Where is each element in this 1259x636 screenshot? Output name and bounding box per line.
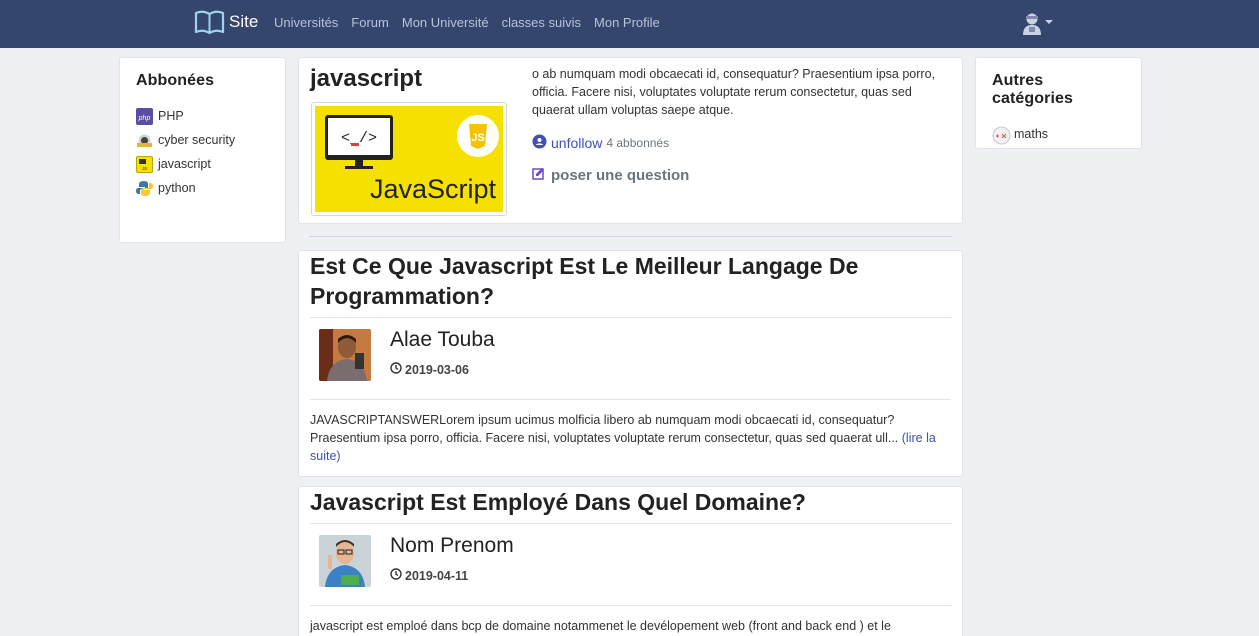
sidebar-item-label: PHP <box>158 109 184 123</box>
other-categories-title: Autres catégories <box>992 72 1074 107</box>
question-excerpt: JAVASCRIPTANSWERLorem ipsum ucimus molfi… <box>310 400 951 465</box>
post-date: 2019-03-06 <box>390 362 495 377</box>
unfollow-button[interactable]: unfollow <box>551 135 602 151</box>
post-date-text: 2019-03-06 <box>405 362 469 377</box>
nav-universites[interactable]: Universités <box>274 15 338 30</box>
question-title[interactable]: Javascript Est Employé Dans Quel Domaine… <box>310 487 951 517</box>
maths-icon <box>992 126 1011 144</box>
nav-forum[interactable]: Forum <box>351 15 389 30</box>
question-author: Alae Touba 2019-03-06 <box>310 318 951 399</box>
category-description: o ab numquam modi obcaecati id, consequa… <box>532 67 936 117</box>
javascript-icon: JS <box>136 155 153 173</box>
category-header-card: javascript <_/> JS JavaScript o ab numqu… <box>298 57 963 224</box>
subscriptions-title: Abbonées <box>136 72 215 89</box>
clock-icon <box>390 568 402 583</box>
js-badge-text: JS <box>471 132 484 144</box>
nav-classes-suivis[interactable]: classes suivis <box>502 15 581 30</box>
brand-label: Site <box>229 12 259 31</box>
author-name[interactable]: Nom Prenom <box>390 534 514 558</box>
subscriber-count: 4 abbonnés <box>606 136 670 150</box>
svg-text:JS: JS <box>142 166 147 171</box>
sidebar-item-maths[interactable]: maths <box>992 118 1125 150</box>
book-icon <box>194 9 225 35</box>
question-card: Javascript Est Employé Dans Quel Domaine… <box>298 486 963 636</box>
follow-row: unfollow 4 abbonnés <box>532 134 669 152</box>
chevron-down-icon <box>1045 19 1053 24</box>
avatar[interactable] <box>319 329 371 381</box>
python-icon <box>136 180 153 197</box>
brand-link[interactable]: Site <box>194 9 258 35</box>
clock-icon <box>390 362 402 377</box>
category-image: <_/> JS JavaScript <box>311 102 507 216</box>
category-title: javascript <box>310 65 423 92</box>
author-name[interactable]: Alae Touba <box>390 328 495 352</box>
edit-icon <box>532 167 545 184</box>
svg-text:php: php <box>138 115 151 122</box>
nav-mon-profile[interactable]: Mon Profile <box>594 15 660 30</box>
post-date-text: 2019-04-11 <box>405 568 469 583</box>
sidebar-item-label: python <box>158 181 196 195</box>
nav-mon-universite[interactable]: Mon Université <box>402 15 489 30</box>
question-excerpt: javascript est emploé dans bcp de domain… <box>310 606 951 635</box>
javascript-word: JavaScript <box>370 174 497 204</box>
cyber-security-icon <box>136 132 153 149</box>
navbar: Site Universités Forum Mon Université cl… <box>0 0 1259 48</box>
other-categories-sidebar: Autres catégories maths <box>975 57 1142 149</box>
avatar[interactable] <box>319 535 371 587</box>
ask-question-button[interactable]: poser une question <box>532 167 689 184</box>
sidebar-item-label: cyber security <box>158 133 236 147</box>
unfollow-icon <box>532 134 547 152</box>
question-author: Nom Prenom 2019-04-11 <box>310 524 951 605</box>
sidebar-item-label: javascript <box>158 157 211 171</box>
php-icon: php <box>136 107 153 125</box>
question-excerpt-text: javascript est emploé dans bcp de domain… <box>310 619 891 633</box>
question-excerpt-text: JAVASCRIPTANSWERLorem ipsum ucimus molfi… <box>310 413 899 445</box>
subscriptions-sidebar: Abbonées php PHP cyber security JS javas… <box>119 57 286 243</box>
user-menu[interactable] <box>1022 11 1053 38</box>
sidebar-item-python[interactable]: python <box>136 172 269 204</box>
nav-links: Universités Forum Mon Université classes… <box>274 15 673 30</box>
question-title[interactable]: Est Ce Que Javascript Est Le Meilleur La… <box>310 251 951 311</box>
post-date: 2019-04-11 <box>390 568 514 583</box>
question-card: Est Ce Que Javascript Est Le Meilleur La… <box>298 250 963 477</box>
sidebar-item-label: maths <box>1014 127 1049 141</box>
ask-question-label: poser une question <box>551 167 690 184</box>
divider <box>309 236 952 237</box>
user-avatar-icon <box>1022 11 1042 38</box>
